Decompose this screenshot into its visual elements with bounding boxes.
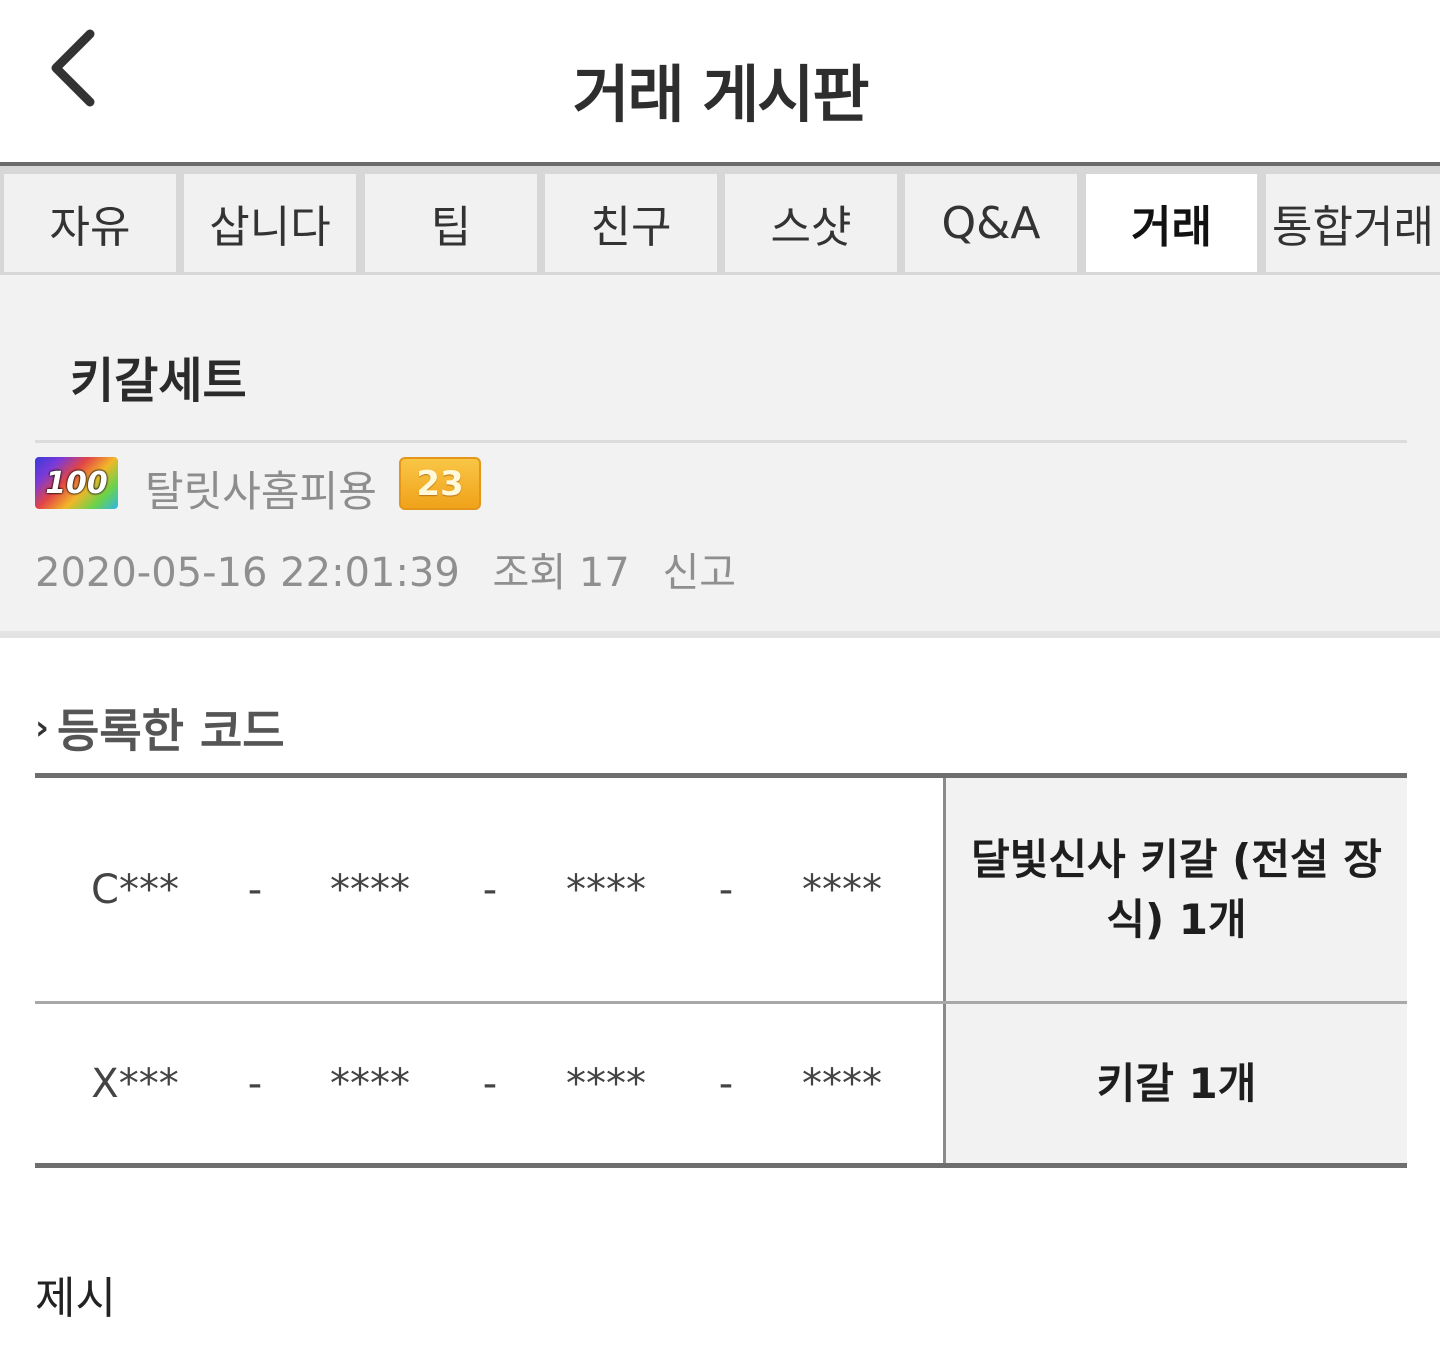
tab-screenshot[interactable]: 스샷 [725, 174, 897, 272]
tab-bar: 자유 삽니다 팁 친구 스샷 Q&A 거래 통합거래 [0, 162, 1440, 275]
divider [35, 440, 1407, 443]
code-separator: - [247, 866, 263, 913]
rank-badge-icon: 100 [35, 457, 118, 509]
code-separator: - [482, 1060, 498, 1107]
post-info: 키갈세트 100 탈릿사홈피용 23 2020-05-16 22:01:39 조… [0, 275, 1440, 631]
tab-qna[interactable]: Q&A [905, 174, 1077, 272]
code-part: **** [330, 866, 410, 913]
author-name[interactable]: 탈릿사홈피용 [145, 458, 377, 519]
code-part: **** [802, 866, 882, 913]
report-link[interactable]: 신고 [662, 550, 736, 596]
page-title: 거래 게시판 [572, 58, 870, 131]
code-separator: - [482, 866, 498, 913]
section-heading: › 등록한 코드 [35, 695, 285, 761]
code-part: **** [566, 866, 646, 913]
code-separator: - [247, 1060, 263, 1107]
tab-integrated-trade[interactable]: 통합거래 [1266, 174, 1440, 272]
code-cell: C*** - **** - **** - **** [35, 778, 943, 1001]
code-part: C*** [91, 866, 179, 913]
table-row: C*** - **** - **** - **** 달빛신사 키갈 (전설 장식… [35, 778, 1407, 1004]
table-row: X*** - **** - **** - **** 키갈 1개 [35, 1004, 1407, 1163]
post-body-text: 제시 [35, 1273, 116, 1324]
code-table: C*** - **** - **** - **** 달빛신사 키갈 (전설 장식… [35, 773, 1407, 1168]
post-datetime: 2020-05-16 22:01:39 [35, 550, 460, 596]
code-part: X*** [91, 1060, 179, 1107]
code-cell: X*** - **** - **** - **** [35, 1004, 943, 1163]
tab-buy[interactable]: 삽니다 [184, 174, 356, 272]
tab-trade[interactable]: 거래 [1086, 174, 1257, 272]
item-cell: 키갈 1개 [943, 1004, 1407, 1163]
code-part: **** [802, 1060, 882, 1107]
code-separator: - [718, 1060, 734, 1107]
section-heading-label: 등록한 코드 [57, 704, 285, 758]
post-title: 키갈세트 [70, 353, 247, 409]
post-meta: 2020-05-16 22:01:39 조회 17 신고 [35, 540, 756, 598]
post-views: 조회 17 [492, 550, 630, 596]
tab-friend[interactable]: 친구 [545, 174, 717, 272]
header: 거래 게시판 [0, 0, 1440, 162]
chevron-right-icon: › [35, 708, 50, 748]
tab-free[interactable]: 자유 [4, 174, 176, 272]
code-part: **** [566, 1060, 646, 1107]
code-part: **** [330, 1060, 410, 1107]
divider [0, 631, 1440, 638]
code-separator: - [718, 866, 734, 913]
tab-tip[interactable]: 팁 [365, 174, 537, 272]
level-badge: 23 [399, 457, 481, 510]
item-cell: 달빛신사 키갈 (전설 장식) 1개 [943, 778, 1407, 1001]
